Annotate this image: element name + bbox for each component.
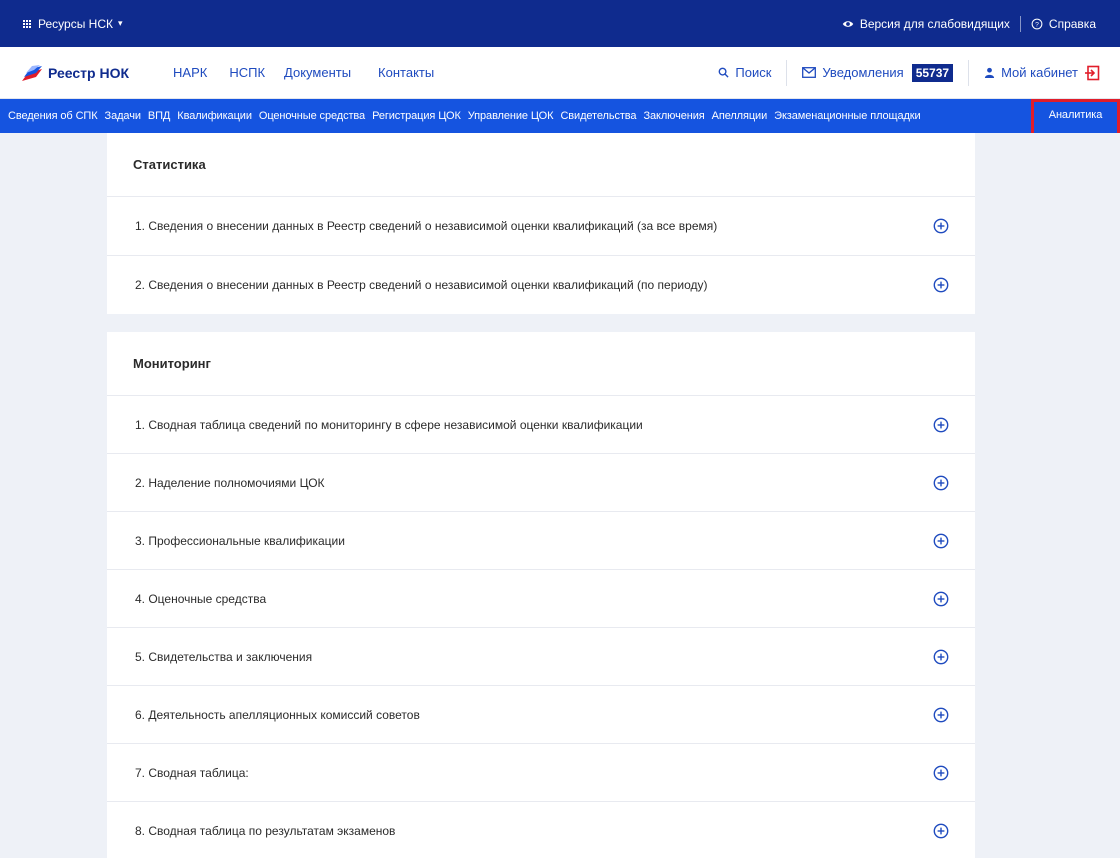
monitoring-panel: Мониторинг 1. Сводная таблица сведений п… xyxy=(107,332,975,858)
grid-icon xyxy=(23,19,31,28)
expand-plus-icon[interactable] xyxy=(933,533,949,549)
resources-menu[interactable]: Ресурсы НСК ▾ xyxy=(23,17,123,31)
subnav-conclusions[interactable]: Заключения xyxy=(643,110,704,122)
chevron-down-icon: ▾ xyxy=(117,18,123,28)
subnav-analytics[interactable]: Аналитика xyxy=(1049,109,1103,121)
subnav-certificates[interactable]: Свидетельства xyxy=(560,110,636,122)
notifications-label: Уведомления xyxy=(822,65,904,80)
subnav-analytics-highlight: Аналитика xyxy=(1031,99,1120,133)
subnav-assessment-tools[interactable]: Оценочные средства xyxy=(259,110,365,122)
statistics-row[interactable]: 1. Сведения о внесении данных в Реестр с… xyxy=(107,197,975,256)
monitoring-row[interactable]: 3. Профессиональные квалификации xyxy=(107,512,975,570)
expand-plus-icon[interactable] xyxy=(933,823,949,839)
row-label: 4. Оценочные средства xyxy=(135,591,267,606)
cabinet-label: Мой кабинет xyxy=(1001,65,1078,80)
nav-contacts[interactable]: Контакты xyxy=(378,65,434,80)
subnav-qualifications[interactable]: Квалификации xyxy=(177,110,252,122)
subnav-tasks[interactable]: Задачи xyxy=(105,110,141,122)
monitoring-row[interactable]: 7. Сводная таблица: xyxy=(107,744,975,802)
expand-plus-icon[interactable] xyxy=(933,417,949,433)
main-content: Статистика 1. Сведения о внесении данных… xyxy=(107,133,975,858)
statistics-title: Статистика xyxy=(107,133,975,197)
row-label: 2. Наделение полномочиями ЦОК xyxy=(135,475,325,490)
expand-plus-icon[interactable] xyxy=(933,707,949,723)
vision-mode-label: Версия для слабовидящих xyxy=(859,16,1010,31)
statistics-panel: Статистика 1. Сведения о внесении данных… xyxy=(107,133,975,314)
monitoring-row[interactable]: 4. Оценочные средства xyxy=(107,570,975,628)
nav-nark[interactable]: НАРК xyxy=(173,65,207,80)
logout-icon[interactable] xyxy=(1084,65,1100,81)
search-icon xyxy=(718,67,729,78)
subnav-tsok-registration[interactable]: Регистрация ЦОК xyxy=(372,110,461,122)
row-label: 3. Профессиональные квалификации xyxy=(135,533,345,548)
monitoring-row[interactable]: 6. Деятельность апелляционных комиссий с… xyxy=(107,686,975,744)
cabinet-button[interactable]: Мой кабинет xyxy=(984,65,1100,81)
main-nav: НАРК НСПК Документы Контакты xyxy=(173,65,456,80)
row-label: 7. Сводная таблица: xyxy=(135,765,249,780)
row-label: 8. Сводная таблица по результатам экзаме… xyxy=(135,824,396,838)
divider xyxy=(968,59,970,86)
expand-plus-icon[interactable] xyxy=(933,591,949,607)
divider xyxy=(786,59,788,86)
notifications-button[interactable]: Уведомления 55737 xyxy=(802,63,954,82)
row-label: 1. Сводная таблица сведений по мониторин… xyxy=(135,417,643,432)
svg-text:?: ? xyxy=(1035,21,1039,28)
vision-mode-link[interactable]: Версия для слабовидящих xyxy=(842,17,1010,31)
notifications-count-badge: 55737 xyxy=(911,63,954,82)
envelope-icon xyxy=(802,67,817,78)
header: Реестр НОК НАРК НСПК Документы Контакты … xyxy=(0,47,1120,99)
logo-flag-icon xyxy=(22,64,42,81)
expand-plus-icon[interactable] xyxy=(933,218,949,234)
monitoring-title: Мониторинг xyxy=(107,332,975,396)
help-icon: ? xyxy=(1031,18,1043,29)
eye-icon xyxy=(842,20,854,27)
row-label: 5. Свидетельства и заключения xyxy=(135,649,313,664)
subnav-spk-info[interactable]: Сведения об СПК xyxy=(8,110,98,122)
statistics-row[interactable]: 2. Сведения о внесении данных в Реестр с… xyxy=(107,256,975,314)
subnav-vpd[interactable]: ВПД xyxy=(148,110,171,122)
monitoring-row[interactable]: 2. Наделение полномочиями ЦОК xyxy=(107,454,975,512)
logo[interactable]: Реестр НОК xyxy=(22,64,130,81)
section-nav: Сведения об СПК Задачи ВПД Квалификации … xyxy=(0,99,1120,133)
search-label: Поиск xyxy=(735,65,772,80)
row-label: 1. Сведения о внесении данных в Реестр с… xyxy=(135,219,718,233)
resources-label: Ресурсы НСК xyxy=(38,16,113,31)
row-label: 6. Деятельность апелляционных комиссий с… xyxy=(135,707,420,722)
help-link[interactable]: ? Справка xyxy=(1031,17,1096,31)
expand-plus-icon[interactable] xyxy=(933,765,949,781)
help-label: Справка xyxy=(1048,16,1096,31)
row-label: 2. Сведения о внесении данных в Реестр с… xyxy=(135,278,708,292)
nav-nspk[interactable]: НСПК xyxy=(229,65,265,80)
monitoring-row[interactable]: 8. Сводная таблица по результатам экзаме… xyxy=(107,802,975,858)
user-icon xyxy=(984,67,995,78)
search-button[interactable]: Поиск xyxy=(718,65,771,80)
divider xyxy=(1019,15,1021,32)
subnav-tsok-management[interactable]: Управление ЦОК xyxy=(468,110,554,122)
subnav-exam-sites[interactable]: Экзаменационные площадки xyxy=(774,110,921,122)
expand-plus-icon[interactable] xyxy=(933,475,949,491)
expand-plus-icon[interactable] xyxy=(933,649,949,665)
logo-text: Реестр НОК xyxy=(48,64,130,81)
top-bar: Ресурсы НСК ▾ Версия для слабовидящих ? … xyxy=(0,0,1120,47)
expand-plus-icon[interactable] xyxy=(933,277,949,293)
monitoring-row[interactable]: 1. Сводная таблица сведений по мониторин… xyxy=(107,396,975,454)
subnav-appeals[interactable]: Апелляции xyxy=(712,110,768,122)
monitoring-row[interactable]: 5. Свидетельства и заключения xyxy=(107,628,975,686)
nav-documents[interactable]: Документы xyxy=(284,65,351,80)
